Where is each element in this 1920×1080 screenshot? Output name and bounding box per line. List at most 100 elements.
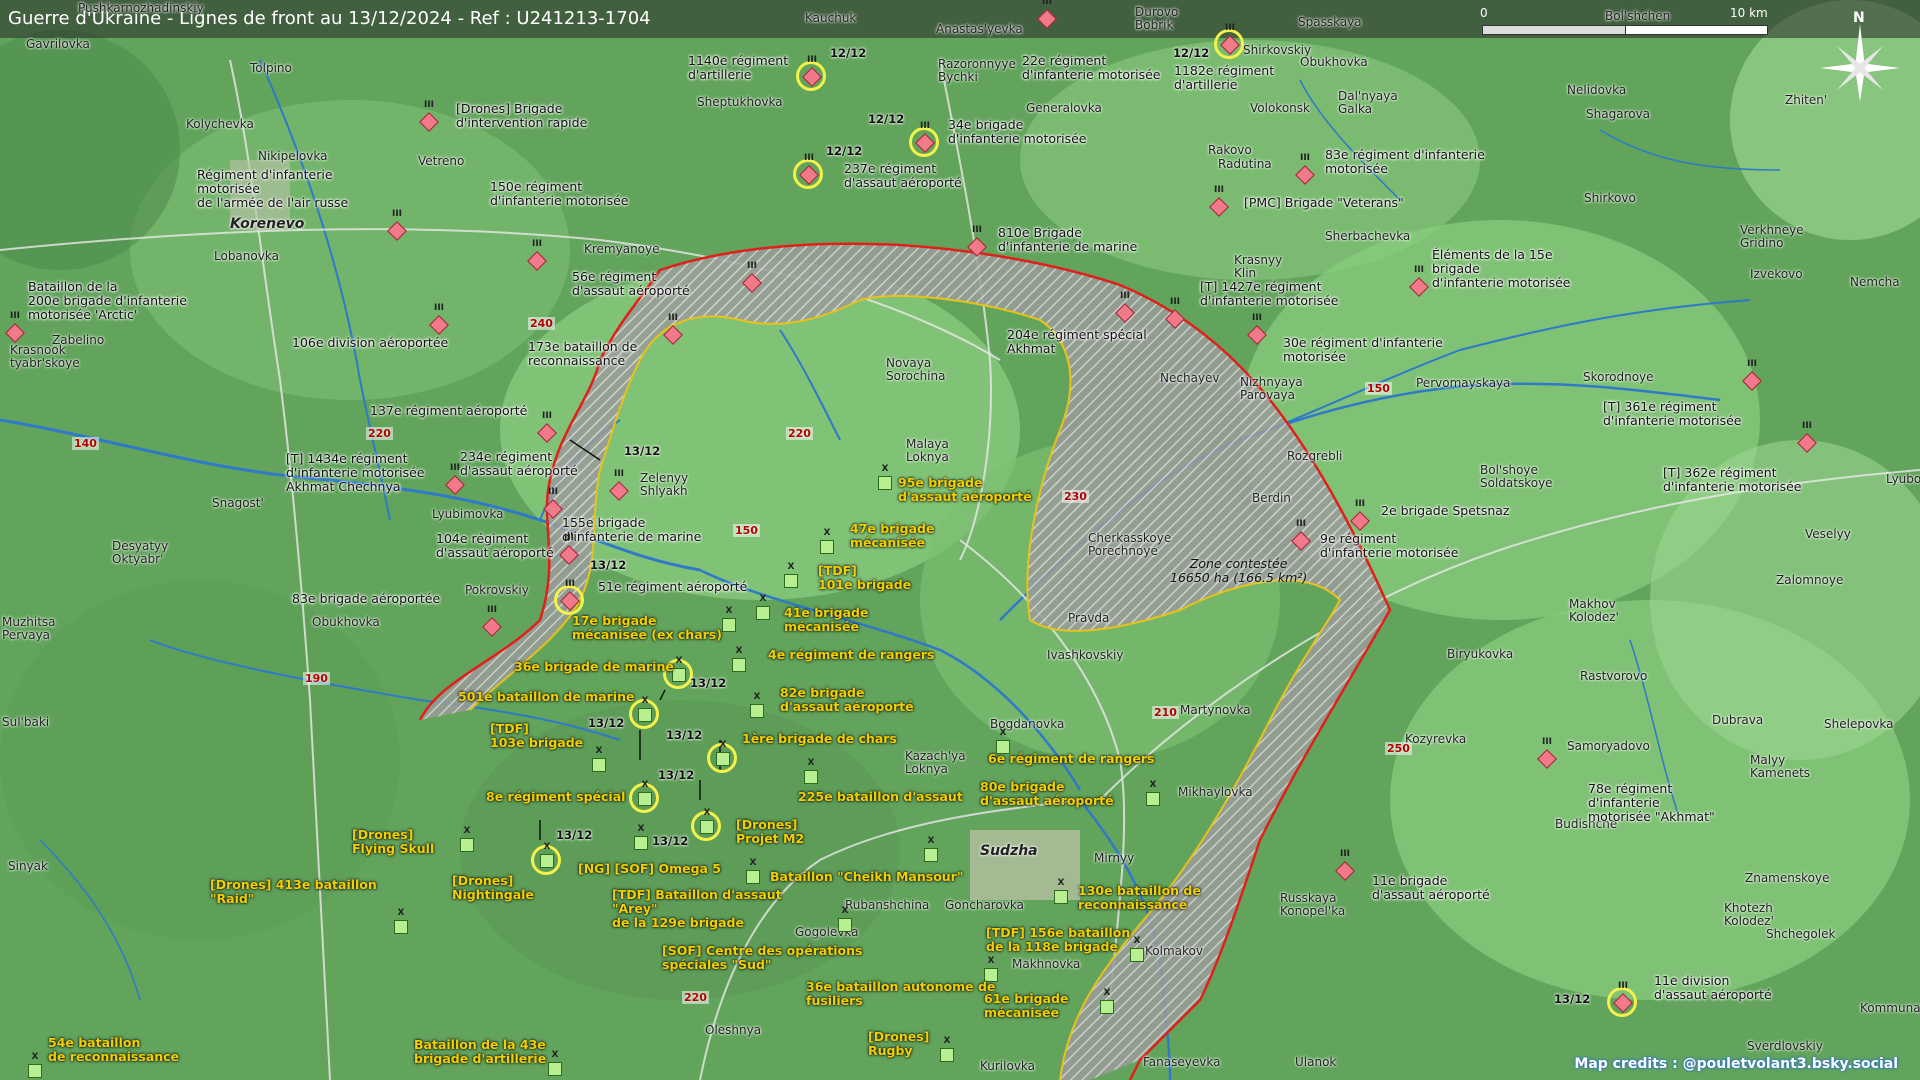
ukrainian-unit-label-u103: [TDF] 103e brigade bbox=[490, 721, 584, 750]
russian-unit-marker-icon[interactable]: III bbox=[559, 533, 579, 565]
ukrainian-unit-marker-icon[interactable]: X bbox=[1100, 988, 1114, 1014]
town-label-fanas: Fanaseyevka bbox=[1143, 1055, 1221, 1069]
ukrainian-unit-marker-icon[interactable]: X bbox=[638, 696, 652, 722]
russian-unit-label-r11b: 11e brigade d'assaut aéroporté bbox=[1372, 873, 1490, 902]
town-label-nechay: Nechayev bbox=[1160, 371, 1220, 385]
ukrainian-unit-label-u36b: 36e bataillon autonome de fusiliers bbox=[806, 979, 996, 1008]
ukrainian-unit-marker-icon[interactable]: X bbox=[784, 562, 798, 588]
russian-unit-marker-icon[interactable]: III bbox=[419, 100, 439, 132]
russian-unit-marker-icon[interactable]: III bbox=[527, 239, 547, 271]
ukrainian-unit-marker-icon[interactable]: X bbox=[732, 646, 746, 672]
town-label-khotezh: Khotezh Kolodez' bbox=[1724, 901, 1774, 928]
russian-unit-label-r234: 234e régiment d'assaut aéroporté bbox=[460, 449, 578, 478]
russian-unit-marker-icon[interactable]: III bbox=[1350, 499, 1370, 531]
ukrainian-unit-marker-icon[interactable]: X bbox=[548, 1050, 562, 1076]
map-canvas[interactable]: Guerre d'Ukraine - Lignes de front au 13… bbox=[0, 0, 1920, 1080]
russian-unit-marker-icon[interactable]: III bbox=[1797, 421, 1817, 453]
ukrainian-unit-marker-icon[interactable]: X bbox=[838, 906, 852, 932]
russian-unit-marker-icon[interactable]: III bbox=[1037, 0, 1057, 29]
ukrainian-unit-marker-icon[interactable]: X bbox=[672, 656, 686, 682]
update-date-label: 13/12 bbox=[1554, 992, 1591, 1006]
town-label-tolpino: Tolpino bbox=[250, 61, 292, 75]
ukrainian-unit-marker-icon[interactable]: X bbox=[804, 758, 818, 784]
ukrainian-unit-marker-icon[interactable]: X bbox=[756, 594, 770, 620]
ukrainian-unit-label-uskull: [Drones] Flying Skull bbox=[352, 827, 435, 856]
russian-unit-marker-icon[interactable]: III bbox=[445, 463, 465, 495]
russian-unit-marker-icon[interactable]: III bbox=[1165, 297, 1185, 329]
russian-unit-marker-icon[interactable]: III bbox=[1291, 519, 1311, 551]
russian-unit-marker-icon[interactable]: III bbox=[799, 153, 819, 185]
ukrainian-unit-label-u61: 61e brigade mécanisée bbox=[984, 991, 1069, 1020]
town-label-anastas: Anastas'yevka bbox=[936, 22, 1023, 36]
town-label-kommuna: Kommuna bbox=[1860, 1001, 1920, 1015]
russian-unit-marker-icon[interactable]: III bbox=[1220, 23, 1240, 55]
road-number-210: 210 bbox=[1152, 706, 1179, 719]
ukrainian-unit-marker-icon[interactable]: X bbox=[820, 528, 834, 554]
russian-unit-marker-icon[interactable]: III bbox=[1247, 313, 1267, 345]
town-label-snagost: Snagost' bbox=[212, 496, 264, 510]
town-label-sudzha: Sudzha bbox=[980, 843, 1038, 859]
russian-unit-marker-icon[interactable]: III bbox=[1335, 849, 1355, 881]
ukrainian-unit-marker-icon[interactable]: X bbox=[460, 826, 474, 852]
russian-unit-marker-icon[interactable]: III bbox=[537, 411, 557, 443]
ukrainian-unit-marker-icon[interactable]: X bbox=[1130, 936, 1144, 962]
ukrainian-unit-marker-icon[interactable]: X bbox=[746, 858, 760, 884]
ukrainian-unit-marker-icon[interactable]: X bbox=[1146, 780, 1160, 806]
russian-unit-marker-icon[interactable]: III bbox=[543, 487, 563, 519]
ukrainian-unit-marker-icon[interactable]: X bbox=[540, 842, 554, 868]
russian-unit-marker-icon[interactable]: III bbox=[1209, 185, 1229, 217]
ukrainian-unit-marker-icon[interactable]: X bbox=[592, 746, 606, 772]
ukrainian-unit-label-u101: [TDF] 101e brigade bbox=[818, 563, 912, 592]
ukrainian-unit-marker-icon[interactable]: X bbox=[700, 808, 714, 834]
ukrainian-unit-marker-icon[interactable]: X bbox=[722, 606, 736, 632]
road-number-220: 220 bbox=[786, 427, 813, 440]
town-label-nikip: Nikipelovka bbox=[258, 149, 328, 163]
russian-unit-marker-icon[interactable]: III bbox=[387, 209, 407, 241]
ukrainian-unit-marker-icon[interactable]: X bbox=[28, 1052, 42, 1078]
russian-unit-marker-icon[interactable]: III bbox=[482, 605, 502, 637]
town-label-martyn: Martynovka bbox=[1180, 703, 1251, 717]
town-label-radutina: Radutina bbox=[1218, 157, 1272, 171]
russian-unit-label-r30: 30e régiment d'infanterie motorisée bbox=[1283, 335, 1443, 364]
russian-unit-label-r15: Éléments de la 15e brigade d'infanterie … bbox=[1432, 247, 1571, 290]
update-date-label: 13/12 bbox=[588, 716, 625, 730]
ukrainian-unit-marker-icon[interactable]: X bbox=[716, 740, 730, 766]
russian-unit-marker-icon[interactable]: III bbox=[1115, 291, 1135, 323]
ukrainian-unit-marker-icon[interactable]: X bbox=[634, 824, 648, 850]
road-number-140: 140 bbox=[72, 437, 99, 450]
ukrainian-unit-marker-icon[interactable]: X bbox=[924, 836, 938, 862]
town-label-razor: Razoronnyye Bychki bbox=[938, 57, 1016, 84]
update-date-label: 13/12 bbox=[666, 728, 703, 742]
ukrainian-unit-label-u8: 8e régiment spécial bbox=[486, 789, 626, 804]
russian-unit-marker-icon[interactable]: III bbox=[1409, 265, 1429, 297]
ukrainian-unit-marker-icon[interactable]: X bbox=[940, 1036, 954, 1062]
russian-unit-marker-icon[interactable]: III bbox=[663, 313, 683, 345]
russian-unit-marker-icon[interactable]: III bbox=[1613, 981, 1633, 1013]
update-date-label: 13/12 bbox=[652, 834, 689, 848]
ukrainian-unit-marker-icon[interactable]: X bbox=[1054, 878, 1068, 904]
town-label-shagar: Shagarova bbox=[1586, 107, 1651, 121]
russian-unit-marker-icon[interactable]: III bbox=[609, 469, 629, 501]
ukrainian-unit-marker-icon[interactable]: X bbox=[638, 780, 652, 806]
ukrainian-unit-marker-icon[interactable]: X bbox=[750, 692, 764, 718]
town-label-desyat: Desyatyy Oktyabr' bbox=[112, 539, 169, 566]
russian-unit-marker-icon[interactable]: III bbox=[742, 261, 762, 293]
ukrainian-unit-marker-icon[interactable]: X bbox=[394, 908, 408, 934]
russian-unit-marker-icon[interactable]: III bbox=[560, 579, 580, 611]
russian-unit-marker-icon[interactable]: III bbox=[802, 55, 822, 87]
russian-unit-marker-icon[interactable]: III bbox=[967, 225, 987, 257]
ukrainian-unit-label-u82: 82e brigade d'assaut aéroporté bbox=[780, 685, 914, 714]
russian-unit-label-r106: 106e division aéroportée bbox=[292, 335, 449, 350]
russian-unit-marker-icon[interactable]: III bbox=[1295, 153, 1315, 185]
compass-north: N bbox=[1853, 10, 1865, 26]
russian-unit-marker-icon[interactable]: III bbox=[1537, 737, 1557, 769]
town-label-lyubo: Lyubo bbox=[1886, 472, 1920, 486]
town-label-russkaya: Russkaya Konopel'ka bbox=[1280, 891, 1346, 918]
russian-unit-marker-icon[interactable]: III bbox=[1742, 359, 1762, 391]
russian-unit-marker-icon[interactable]: III bbox=[429, 303, 449, 335]
russian-unit-marker-icon[interactable]: III bbox=[915, 121, 935, 153]
town-label-zeleny: Zelenyy Shlyakh bbox=[640, 471, 689, 498]
russian-unit-marker-icon[interactable]: III bbox=[5, 311, 25, 343]
map-credits[interactable]: Map credits : @pouletvolant3.bsky.social bbox=[1574, 1056, 1898, 1072]
ukrainian-unit-marker-icon[interactable]: X bbox=[878, 464, 892, 490]
